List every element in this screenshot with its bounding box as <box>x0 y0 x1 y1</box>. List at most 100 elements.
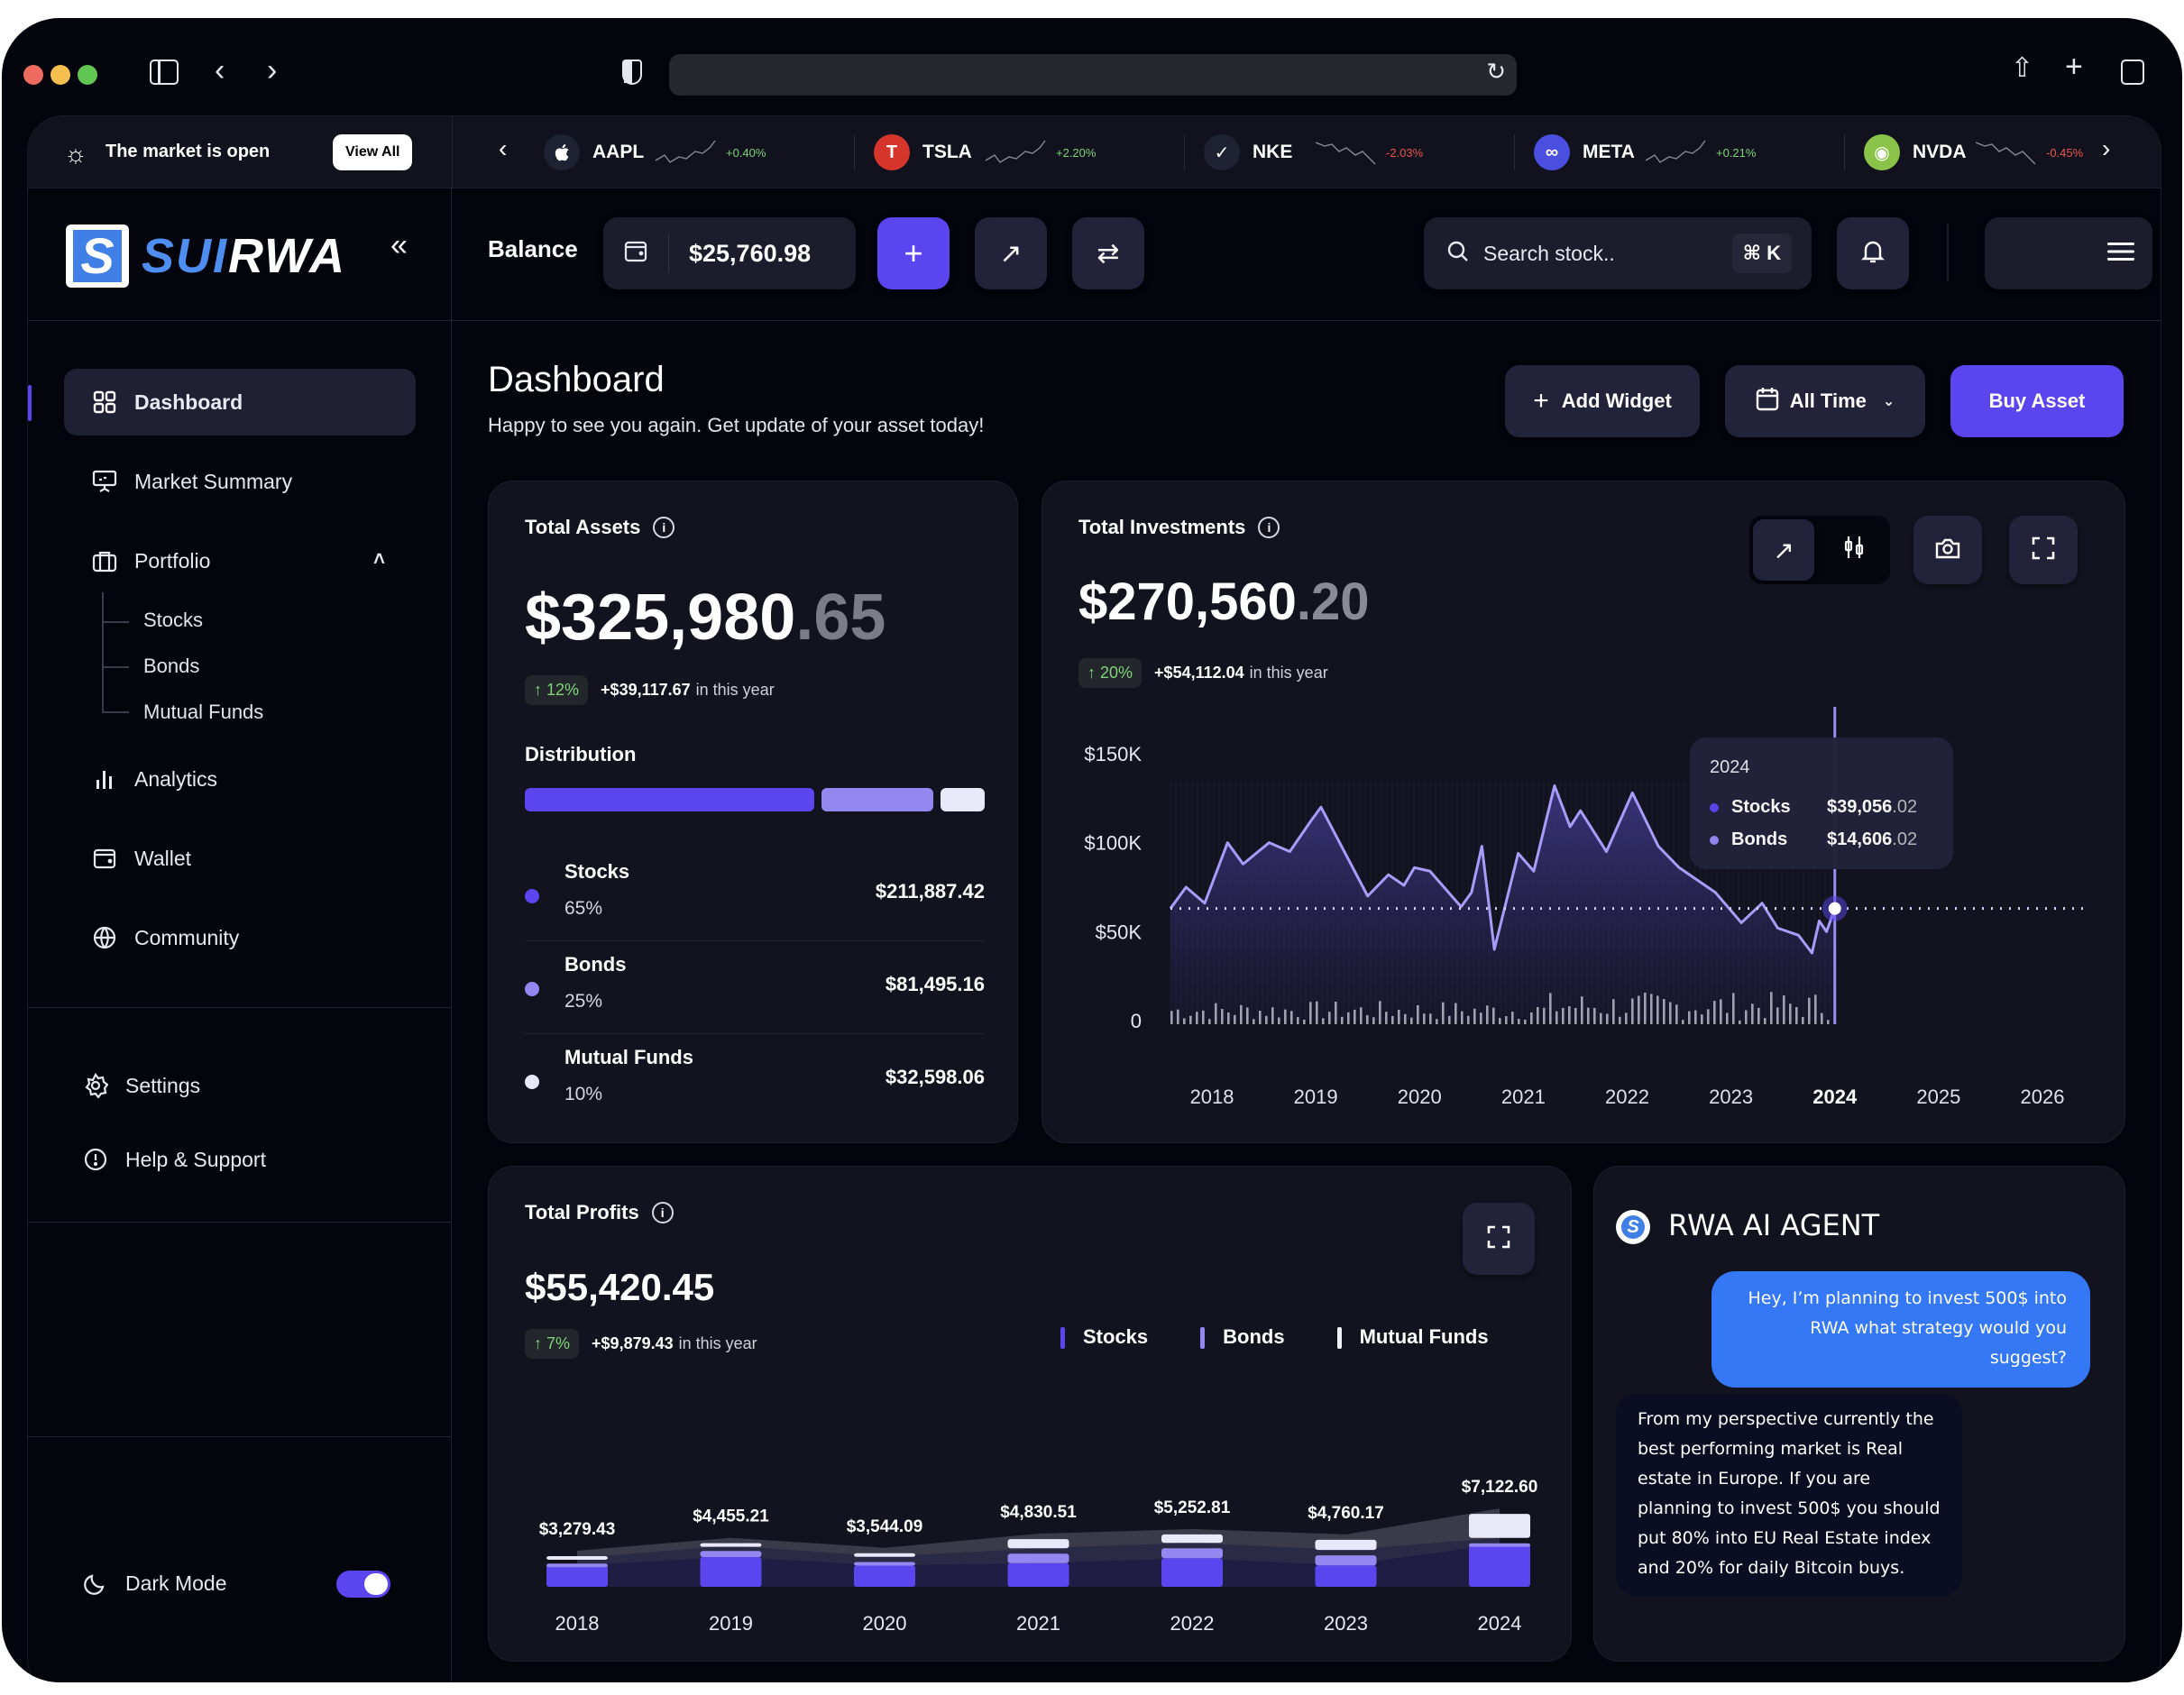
buy-asset-button[interactable]: Buy Asset <box>1950 365 2124 437</box>
ticker-item-nvda[interactable]: ◉ NVDA -0.45% <box>1864 116 2083 188</box>
ticker-item-nke[interactable]: ✓ NKE -2.03% <box>1204 116 1423 188</box>
legend-item-mutual-funds[interactable]: Mutual Funds <box>1336 1325 1489 1350</box>
bar-mutual-funds-2020[interactable] <box>854 1553 915 1557</box>
bar-bonds-2020[interactable] <box>854 1562 915 1566</box>
distribution-segment-bonds[interactable] <box>821 788 933 811</box>
total-assets-card: Total Assets i $325,980.65 ↑ 12% +$39,117.… <box>488 481 1018 1143</box>
bar-mutual-funds-2018[interactable] <box>546 1555 608 1560</box>
legend-item-stocks[interactable]: Stocks <box>1060 1325 1148 1350</box>
time-filter-dropdown[interactable]: All Time ⌄ <box>1725 365 1925 437</box>
ticker-item-aapl[interactable]: AAPL +0.40% <box>544 116 766 188</box>
balance-display[interactable]: $25,760.98 <box>603 217 856 289</box>
collapse-sidebar-icon[interactable]: « <box>390 228 408 263</box>
ticker-item-meta[interactable]: ∞ META +0.21% <box>1534 116 1756 188</box>
close-window-button[interactable] <box>23 65 43 85</box>
volume-bar <box>1675 1004 1678 1024</box>
volume-bar <box>1189 1015 1192 1024</box>
view-all-button[interactable]: View All <box>333 134 413 170</box>
forward-icon[interactable]: › <box>267 52 277 88</box>
bar-bonds-2024[interactable] <box>1469 1543 1530 1547</box>
ticker-item-tsla[interactable]: T TSLA +2.20% <box>874 116 1096 188</box>
bar-bonds-2023[interactable] <box>1315 1555 1377 1566</box>
sidebar-item-community[interactable]: Community <box>64 904 416 971</box>
sparkline <box>1316 142 1376 165</box>
sidebar-item-dashboard[interactable]: Dashboard <box>64 369 416 435</box>
investments-chart[interactable]: 0 $50K $100K $150K 2018 2019 2020 2021 2022 2023 2… <box>1042 707 2126 1131</box>
help-support-link[interactable]: Help & Support <box>55 1126 407 1193</box>
ticker-prev-icon[interactable]: ‹ <box>499 134 507 163</box>
bar-stocks-2019[interactable] <box>700 1557 762 1587</box>
share-icon[interactable]: ⇧ <box>2011 50 2033 87</box>
distribution-row[interactable]: Bonds 25% $81,495.16 <box>525 944 985 1034</box>
volume-bar <box>1631 998 1634 1024</box>
sidebar-subitem-bonds[interactable]: Bonds <box>143 655 199 678</box>
dark-mode-toggle[interactable] <box>336 1571 390 1598</box>
brand-name: SUIRWA <box>142 229 347 283</box>
bar-mutual-funds-2019[interactable] <box>700 1543 762 1547</box>
sidebar-item-analytics[interactable]: Analytics <box>64 746 416 812</box>
candlestick-chart-button[interactable] <box>1822 519 1886 581</box>
bar-stocks-2021[interactable] <box>1007 1562 1069 1587</box>
settings-link[interactable]: Settings <box>55 1052 407 1119</box>
bar-stocks-2024[interactable] <box>1469 1544 1530 1587</box>
ticker-symbol: NKE <box>1253 142 1293 162</box>
bar-mutual-funds-2022[interactable] <box>1161 1534 1223 1544</box>
distribution-row[interactable]: Stocks 65% $211,887.42 <box>525 851 985 941</box>
bar-bonds-2021[interactable] <box>1007 1553 1069 1563</box>
sidebar-item-portfolio[interactable]: Portfolio ˄ <box>64 527 416 594</box>
sidebar-toggle-icon[interactable] <box>150 60 179 85</box>
volume-bar <box>1593 1007 1596 1024</box>
info-icon[interactable]: i <box>651 1202 674 1223</box>
cursor-point[interactable] <box>1828 902 1841 915</box>
maximize-window-button[interactable] <box>78 65 97 85</box>
chevron-up-icon[interactable]: ˄ <box>373 547 385 571</box>
distribution-segment-mutual-funds[interactable] <box>940 788 985 811</box>
menu-button[interactable] <box>1985 217 2152 289</box>
line-chart-button[interactable]: ↗ <box>1753 519 1814 581</box>
ticker-next-icon[interactable]: › <box>2102 134 2110 163</box>
minimize-window-button[interactable] <box>50 65 70 85</box>
expand-button[interactable] <box>1463 1203 1535 1275</box>
bar-bonds-2018[interactable] <box>546 1563 608 1568</box>
profits-chart[interactable]: $3,279.43 2018 $4,455.21 2019 $3,544.09 2020 $… <box>489 1383 1573 1654</box>
volume-bar <box>1757 1007 1760 1024</box>
screenshot-button[interactable] <box>1913 516 1982 584</box>
add-widget-button[interactable]: + Add Widget <box>1505 365 1700 437</box>
add-funds-button[interactable]: + <box>877 217 950 289</box>
volume-bar <box>1555 1011 1558 1024</box>
bar-stocks-2022[interactable] <box>1161 1558 1223 1587</box>
legend-dot <box>525 889 539 903</box>
bar-mutual-funds-2024[interactable] <box>1469 1514 1530 1538</box>
privacy-shield-icon[interactable] <box>622 60 642 85</box>
sidebar-item-market-summary[interactable]: Market Summary <box>64 448 416 515</box>
bar-mutual-funds-2023[interactable] <box>1315 1539 1377 1551</box>
url-bar[interactable]: ↻ <box>669 54 1517 96</box>
distribution-segment-stocks[interactable] <box>525 788 815 811</box>
back-icon[interactable]: ‹ <box>215 52 225 88</box>
x-tick-label: 2026 <box>2021 1086 2065 1108</box>
notifications-button[interactable] <box>1837 217 1909 289</box>
tabs-overview-icon[interactable] <box>2121 60 2144 85</box>
swap-button[interactable]: ⇄ <box>1072 217 1144 289</box>
distribution-row[interactable]: Mutual Funds 10% $32,598.06 <box>525 1037 985 1127</box>
reload-icon[interactable]: ↻ <box>1486 58 1506 86</box>
sidebar-subitem-stocks[interactable]: Stocks <box>143 609 203 632</box>
bar-bonds-2019[interactable] <box>700 1551 762 1558</box>
legend-item-bonds[interactable]: Bonds <box>1200 1325 1285 1350</box>
search-input[interactable]: Search stock.. ⌘ K <box>1424 217 1812 289</box>
info-icon[interactable]: i <box>653 517 675 538</box>
sidebar-item-wallet[interactable]: Wallet <box>64 825 416 892</box>
send-button[interactable]: ↗ <box>975 217 1047 289</box>
sidebar-subitem-mutual-funds[interactable]: Mutual Funds <box>143 701 263 724</box>
volume-bar <box>1284 1009 1287 1024</box>
bar-stocks-2020[interactable] <box>854 1565 915 1587</box>
info-icon[interactable]: i <box>1258 517 1280 538</box>
bar-stocks-2018[interactable] <box>546 1565 608 1587</box>
new-tab-icon[interactable]: + <box>2065 49 2083 85</box>
bar-mutual-funds-2021[interactable] <box>1007 1539 1069 1549</box>
bar-bonds-2022[interactable] <box>1161 1548 1223 1559</box>
volume-bar <box>1789 1003 1792 1024</box>
bar-stocks-2023[interactable] <box>1315 1565 1377 1587</box>
expand-button[interactable] <box>2009 516 2078 584</box>
divider <box>28 1436 452 1437</box>
